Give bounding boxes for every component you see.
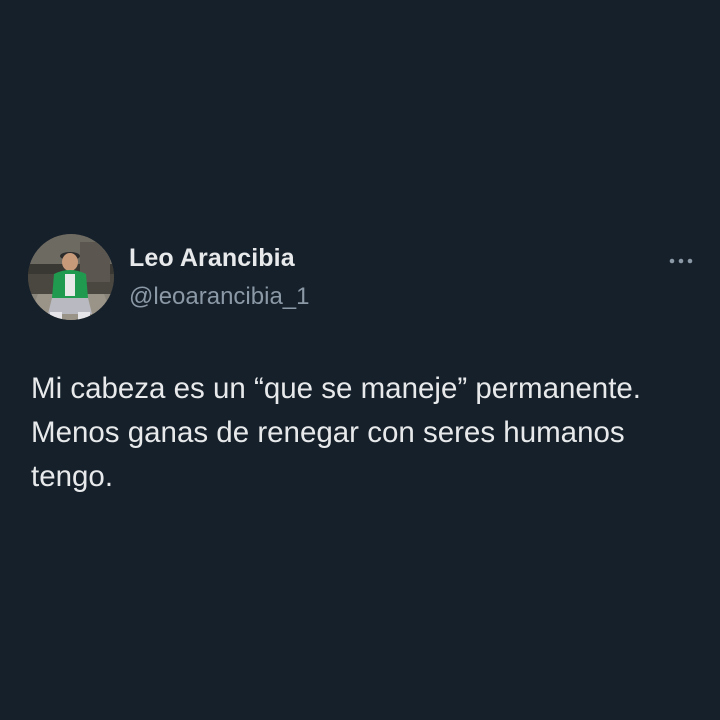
tweet-text: Mi cabeza es un “que se maneje” permanen… [31,367,711,499]
more-options-button[interactable] [664,247,698,275]
author-handle[interactable]: @leoarancibia_1 [129,283,309,311]
more-options-icon [669,258,693,264]
tweet-card: Leo Arancibia @leoarancibia_1 Mi cabeza … [0,0,720,720]
tweet-text-line: tengo. [31,460,114,493]
tweet-text-line: Menos ganas de renegar con seres humanos [31,416,625,449]
author-display-name[interactable]: Leo Arancibia [129,244,295,273]
avatar[interactable] [28,234,114,320]
tweet-text-line: Mi cabeza es un “que se maneje” permanen… [31,372,642,405]
user-photo-avatar-icon [28,234,114,320]
